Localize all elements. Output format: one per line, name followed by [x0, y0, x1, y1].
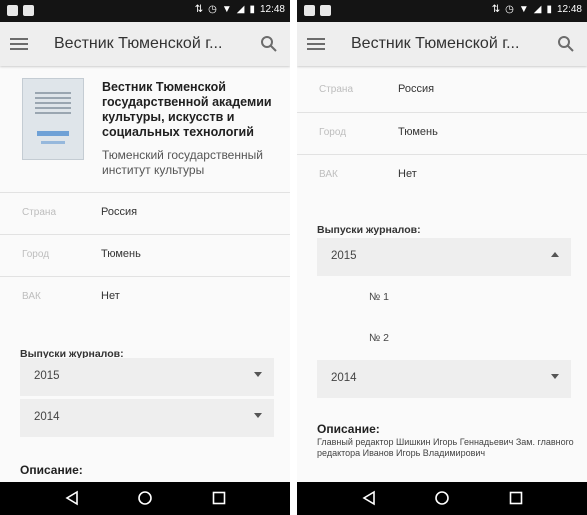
country-row: Страна Россия [0, 192, 290, 235]
screenshot-icon [23, 5, 34, 16]
nav-bar [297, 482, 587, 515]
search-icon[interactable] [557, 35, 575, 53]
battery-icon: ▮ [546, 4, 552, 15]
recents-icon[interactable] [508, 490, 524, 506]
vak-label: ВАК [319, 169, 338, 180]
year-dropdown-2014[interactable]: 2014 [317, 360, 571, 398]
year-label: 2014 [34, 411, 60, 423]
country-value: Россия [398, 83, 435, 95]
chevron-down-icon [551, 374, 559, 379]
status-time: 12:48 [556, 4, 582, 15]
city-label: Город [22, 249, 50, 260]
app-bar: Вестник Тюменской г... [0, 22, 290, 66]
wifi-icon: ▼ [518, 4, 529, 15]
year-label: 2015 [331, 250, 357, 262]
data-transfer-icon: ⇅ [194, 4, 204, 15]
chevron-up-icon [551, 252, 559, 257]
back-icon[interactable] [64, 490, 80, 506]
chevron-down-icon [254, 413, 262, 418]
year-label: 2015 [34, 370, 60, 382]
issue-item[interactable]: № 2 [317, 319, 571, 357]
description-text: Главный редактор Шишкин Игорь Геннадьеви… [317, 437, 574, 458]
status-system-icons: ⇅ ◷ ▼ ◢ ▮ 12:48 [492, 4, 582, 15]
alarm-icon: ◷ [505, 4, 514, 15]
issue-label: № 2 [369, 332, 390, 344]
menu-icon[interactable] [10, 35, 28, 53]
journal-institution: Тюменский государственный институт культ… [102, 148, 263, 177]
issues-heading: Выпуски журналов: [317, 224, 421, 236]
signal-icon: ◢ [533, 4, 542, 15]
vak-row: ВАК Нет [297, 154, 587, 197]
vak-row: ВАК Нет [0, 276, 290, 319]
journal-details: Вестник Тюменской государственной академ… [0, 66, 290, 482]
battery-icon: ▮ [249, 4, 255, 15]
city-row: Город Тюмень [297, 112, 587, 155]
status-bar: ⇅ ◷ ▼ ◢ ▮ 12:48 [0, 0, 290, 22]
city-label: Город [319, 127, 347, 138]
app-title: Вестник Тюменской г... [54, 35, 223, 52]
app-bar: Вестник Тюменской г... [297, 22, 587, 66]
journal-name: Вестник Тюменской государственной академ… [102, 80, 272, 139]
year-dropdown-2015[interactable]: 2015 [317, 238, 571, 276]
signal-icon: ◢ [236, 4, 245, 15]
alarm-icon: ◷ [208, 4, 217, 15]
app-title: Вестник Тюменской г... [351, 35, 520, 52]
chevron-down-icon [254, 372, 262, 377]
issue-label: № 1 [369, 291, 390, 303]
status-notification-icons [304, 5, 331, 16]
vak-value: Нет [101, 290, 120, 302]
status-bar: ⇅ ◷ ▼ ◢ ▮ 12:48 [297, 0, 587, 22]
journal-details: Страна Россия Город Тюмень ВАК Нет Выпус… [297, 66, 587, 482]
year-label: 2014 [331, 372, 357, 384]
phone-screen-right: ⇅ ◷ ▼ ◢ ▮ 12:48 Вестник Тюменской г... С… [297, 0, 587, 515]
sim-icon [320, 5, 331, 16]
country-label: Страна [22, 207, 57, 218]
screenshot-icon [304, 5, 315, 16]
journal-cover-image [22, 78, 84, 160]
description-heading: Описание: [20, 463, 83, 477]
home-icon[interactable] [434, 490, 450, 506]
search-icon[interactable] [260, 35, 278, 53]
sim-icon [7, 5, 18, 16]
vak-label: ВАК [22, 291, 41, 302]
description-heading: Описание: [317, 422, 380, 436]
issue-item[interactable]: № 1 [317, 278, 571, 316]
menu-icon[interactable] [307, 35, 325, 53]
nav-bar [0, 482, 290, 515]
status-system-icons: ⇅ ◷ ▼ ◢ ▮ 12:48 [195, 4, 285, 15]
country-label: Страна [319, 84, 354, 95]
country-value: Россия [101, 206, 138, 218]
wifi-icon: ▼ [221, 4, 232, 15]
home-icon[interactable] [137, 490, 153, 506]
phone-screen-left: ⇅ ◷ ▼ ◢ ▮ 12:48 Вестник Тюменской г... В… [0, 0, 290, 515]
city-row: Город Тюмень [0, 234, 290, 277]
city-value: Тюмень [398, 126, 438, 138]
back-icon[interactable] [361, 490, 377, 506]
country-row: Страна Россия [297, 70, 587, 112]
year-dropdown-2015[interactable]: 2015 [20, 358, 274, 396]
recents-icon[interactable] [211, 490, 227, 506]
data-transfer-icon: ⇅ [491, 4, 501, 15]
city-value: Тюмень [101, 248, 141, 260]
status-notification-icons [7, 5, 34, 16]
vak-value: Нет [398, 168, 417, 180]
status-time: 12:48 [259, 4, 285, 15]
year-dropdown-2014[interactable]: 2014 [20, 399, 274, 437]
